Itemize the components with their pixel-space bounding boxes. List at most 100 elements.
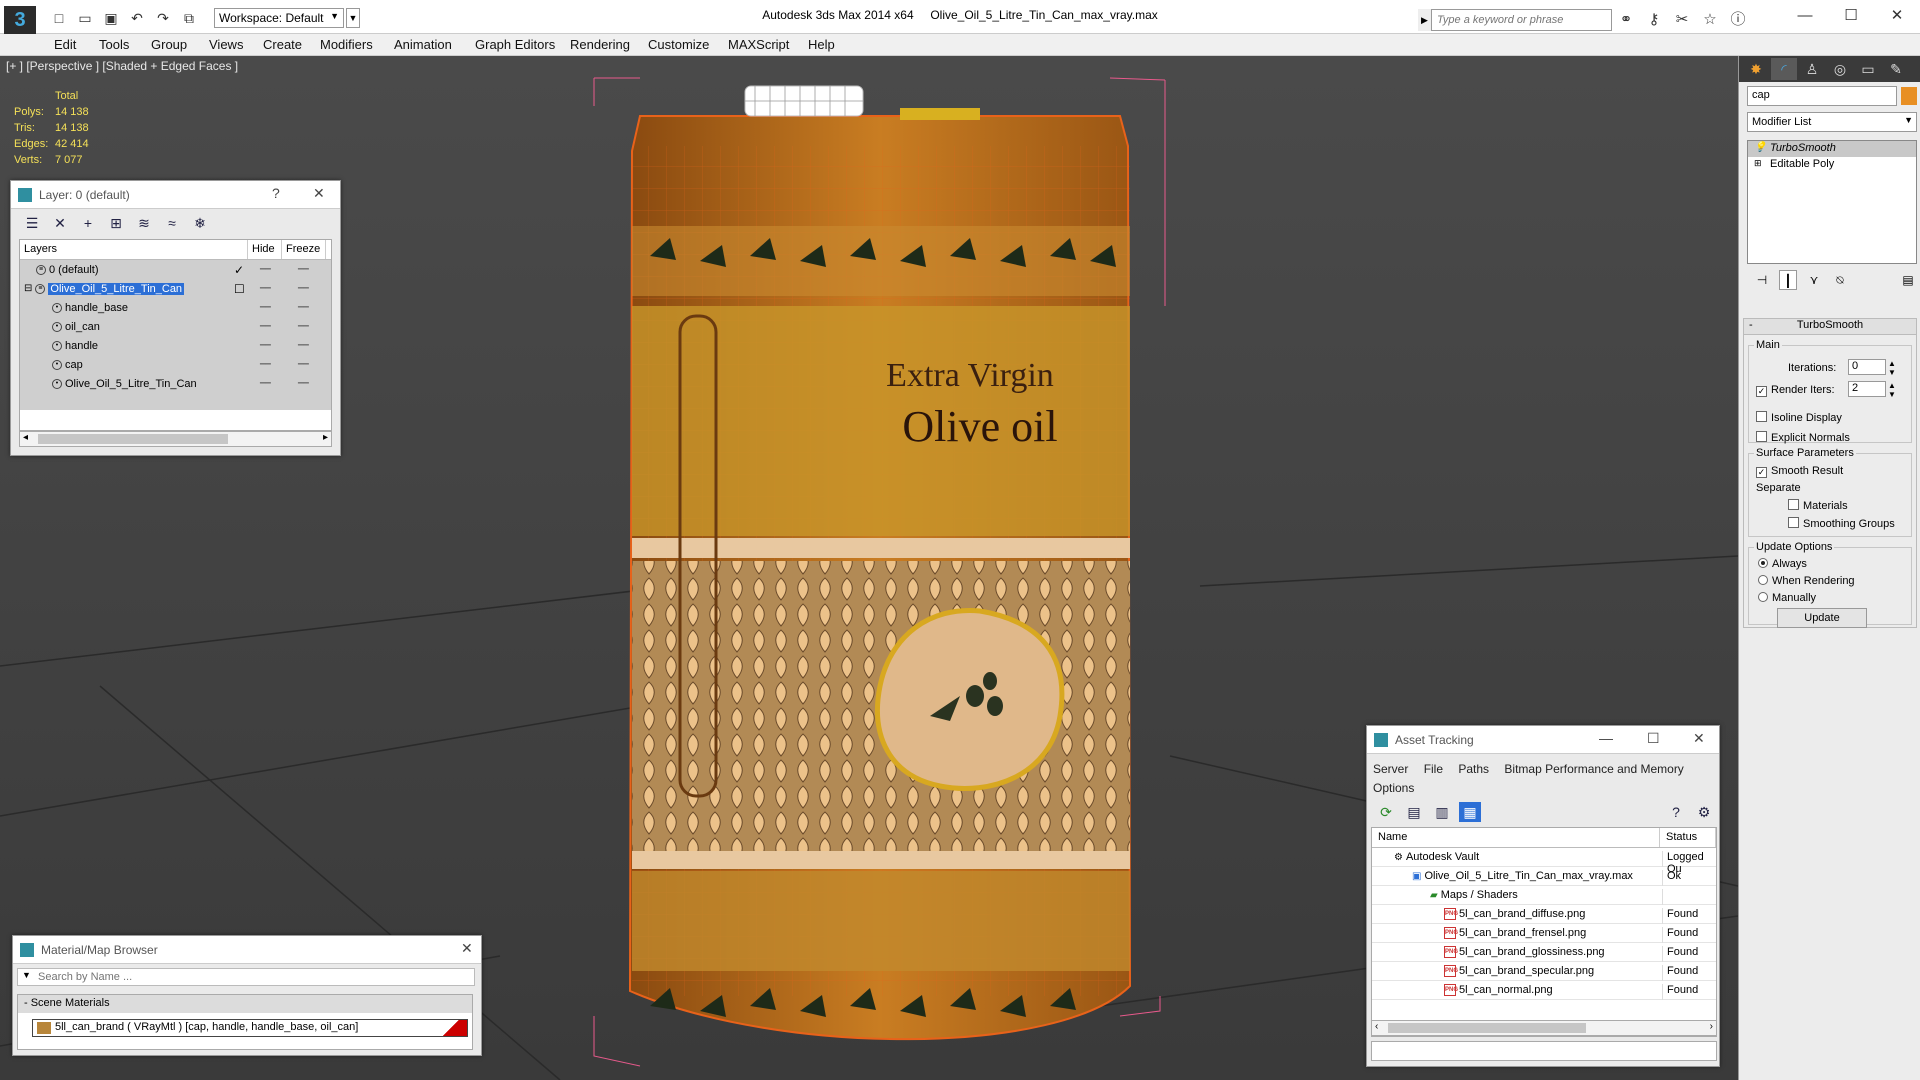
always-radio[interactable] <box>1758 558 1768 568</box>
manually-radio[interactable] <box>1758 592 1768 602</box>
scroll-right-icon[interactable]: › <box>1710 1021 1713 1032</box>
configure-sets-icon[interactable]: ▤ <box>1899 270 1917 290</box>
object-row[interactable]: • handle_base ━━ ━━ <box>20 298 331 317</box>
scroll-left-icon[interactable]: ◂ <box>23 432 28 443</box>
scene-materials-group[interactable]: - Scene Materials <box>18 995 472 1013</box>
update-button[interactable]: Update <box>1777 608 1867 628</box>
list-view-icon[interactable]: ▤ <box>1403 802 1425 822</box>
rollout-header[interactable]: - TurboSmooth <box>1744 319 1916 335</box>
remove-modifier-icon[interactable]: ⍉ <box>1831 270 1849 290</box>
scroll-thumb[interactable] <box>38 434 228 444</box>
search-input[interactable] <box>1433 10 1609 30</box>
menu-graph-editors[interactable]: Graph Editors <box>475 37 555 52</box>
select-in-layer-icon[interactable]: ⊞ <box>105 213 127 233</box>
viewport-label[interactable]: [+ ] [Perspective ] [Shaded + Edged Face… <box>6 59 238 73</box>
object-row[interactable]: • cap ━━ ━━ <box>20 355 331 374</box>
modifier-list-dropdown[interactable]: Modifier List ▼ <box>1747 112 1917 132</box>
settings-icon[interactable]: ⚙ <box>1693 802 1715 822</box>
menu-bitmap-performance[interactable]: Bitmap Performance and Memory <box>1504 762 1683 776</box>
search-options-icon[interactable]: ▼ <box>22 970 31 980</box>
new-file-icon[interactable]: □ <box>48 8 70 28</box>
menu-paths[interactable]: Paths <box>1458 762 1489 776</box>
layer-row[interactable]: ≡ 0 (default) ✓ ━━ ━━ <box>20 260 331 279</box>
freeze-toggle[interactable]: ━━ <box>298 378 309 389</box>
menu-group[interactable]: Group <box>151 37 187 52</box>
object-row[interactable]: • handle ━━ ━━ <box>20 336 331 355</box>
redo-icon[interactable]: ↷ <box>152 8 174 28</box>
freeze-toggle[interactable]: ━━ <box>298 359 309 370</box>
col-layers[interactable]: Layers <box>20 240 248 259</box>
menu-server[interactable]: Server <box>1373 762 1408 776</box>
menu-views[interactable]: Views <box>209 37 243 52</box>
col-freeze[interactable]: Freeze <box>282 240 326 259</box>
minimize-icon[interactable]: — <box>1599 730 1613 746</box>
scroll-thumb[interactable] <box>1388 1023 1586 1033</box>
menu-maxscript[interactable]: MAXScript <box>728 37 789 52</box>
collapse-icon[interactable]: ⊟ <box>24 283 32 294</box>
explicit-normals-checkbox[interactable] <box>1756 431 1767 442</box>
show-end-result-icon[interactable]: ┃ <box>1779 270 1797 290</box>
expand-icon[interactable]: ⊞ <box>1754 158 1762 169</box>
create-layer-icon[interactable]: ☰ <box>21 213 43 233</box>
lightbulb-icon[interactable]: 💡 <box>1754 142 1766 153</box>
tree-view-icon[interactable]: ▥ <box>1431 802 1453 822</box>
qa-customize-icon[interactable]: ▼ <box>346 8 360 28</box>
highlight-layer-icon[interactable]: ≋ <box>133 213 155 233</box>
layer-row-selected[interactable]: ⊟ ≡ Olive_Oil_5_Litre_Tin_Can ☐ ━━ ━━ <box>20 279 331 298</box>
workspace-dropdown[interactable]: Workspace: Default ▼ <box>214 8 344 28</box>
search-box[interactable] <box>1418 9 1612 31</box>
layer-panel-titlebar[interactable]: Layer: 0 (default) ? ✕ <box>11 181 340 209</box>
iterations-spinner[interactable]: 0 <box>1848 359 1886 375</box>
when-rendering-radio[interactable] <box>1758 575 1768 585</box>
layer-horizontal-scrollbar[interactable]: ◂ ▸ <box>19 431 332 447</box>
hide-toggle[interactable]: ━━ <box>260 321 271 332</box>
menu-help[interactable]: Help <box>808 37 835 52</box>
refresh-icon[interactable]: ⟳ <box>1375 802 1397 822</box>
hierarchy-tab-icon[interactable]: ♙ <box>1799 58 1825 80</box>
col-name[interactable]: Name <box>1372 828 1660 847</box>
star-icon[interactable]: ☆ <box>1699 9 1721 31</box>
asset-row[interactable]: PNG 5l_can_normal.png Found <box>1372 981 1716 1000</box>
spinner-arrows-icon[interactable]: ▲ ▼ <box>1888 381 1896 399</box>
hide-toggle[interactable]: ━━ <box>260 378 271 389</box>
pin-stack-icon[interactable]: ⊣ <box>1753 270 1771 290</box>
asset-row[interactable]: PNG 5l_can_brand_specular.png Found <box>1372 962 1716 981</box>
scroll-right-icon[interactable]: ▸ <box>323 432 328 443</box>
menu-animation[interactable]: Animation <box>394 37 452 52</box>
asset-row[interactable]: PNG 5l_can_brand_frensel.png Found <box>1372 924 1716 943</box>
freeze-toggle[interactable]: ━━ <box>298 302 309 313</box>
col-status[interactable]: Status <box>1660 828 1716 847</box>
help-icon[interactable]: ? <box>1665 802 1687 822</box>
search-expand-icon[interactable]: ▶ <box>1418 9 1432 31</box>
menu-file[interactable]: File <box>1424 762 1443 776</box>
menu-rendering[interactable]: Rendering <box>570 37 630 52</box>
isoline-checkbox[interactable] <box>1756 411 1767 422</box>
minimize-button[interactable]: — <box>1782 0 1828 32</box>
binoculars-icon[interactable]: ⚭ <box>1615 9 1637 31</box>
hide-toggle[interactable]: ━━ <box>260 264 271 275</box>
spinner-arrows-icon[interactable]: ▲ ▼ <box>1888 359 1896 377</box>
material-browser-titlebar[interactable]: Material/Map Browser ✕ <box>13 936 481 964</box>
maximize-button[interactable]: ☐ <box>1828 0 1874 32</box>
motion-tab-icon[interactable]: ◎ <box>1827 58 1853 80</box>
material-search-input[interactable] <box>38 971 438 983</box>
hide-toggle[interactable]: ━━ <box>260 340 271 351</box>
modify-tab-icon[interactable]: ◜ <box>1771 58 1797 80</box>
smoothing-groups-checkbox[interactable] <box>1788 517 1799 528</box>
render-iters-spinner[interactable]: 2 <box>1848 381 1886 397</box>
menu-customize[interactable]: Customize <box>648 37 709 52</box>
create-tab-icon[interactable]: ✸ <box>1743 58 1769 80</box>
scroll-left-icon[interactable]: ‹ <box>1375 1021 1378 1032</box>
asset-horizontal-scrollbar[interactable]: ‹ › <box>1371 1020 1717 1036</box>
make-unique-icon[interactable]: ⋎ <box>1805 270 1823 290</box>
open-file-icon[interactable]: ▭ <box>74 8 96 28</box>
active-layer-box[interactable]: ☐ <box>234 282 245 296</box>
menu-create[interactable]: Create <box>263 37 302 52</box>
freeze-toggle[interactable]: ━━ <box>298 264 309 275</box>
freeze-toggle[interactable]: ━━ <box>298 321 309 332</box>
undo-icon[interactable]: ↶ <box>126 8 148 28</box>
asset-tracking-titlebar[interactable]: Asset Tracking — ☐ ✕ <box>1367 726 1719 754</box>
table-view-icon[interactable]: ▦ <box>1459 802 1481 822</box>
smooth-result-checkbox[interactable]: ✓ <box>1756 467 1767 478</box>
asset-row[interactable]: PNG 5l_can_brand_glossiness.png Found <box>1372 943 1716 962</box>
